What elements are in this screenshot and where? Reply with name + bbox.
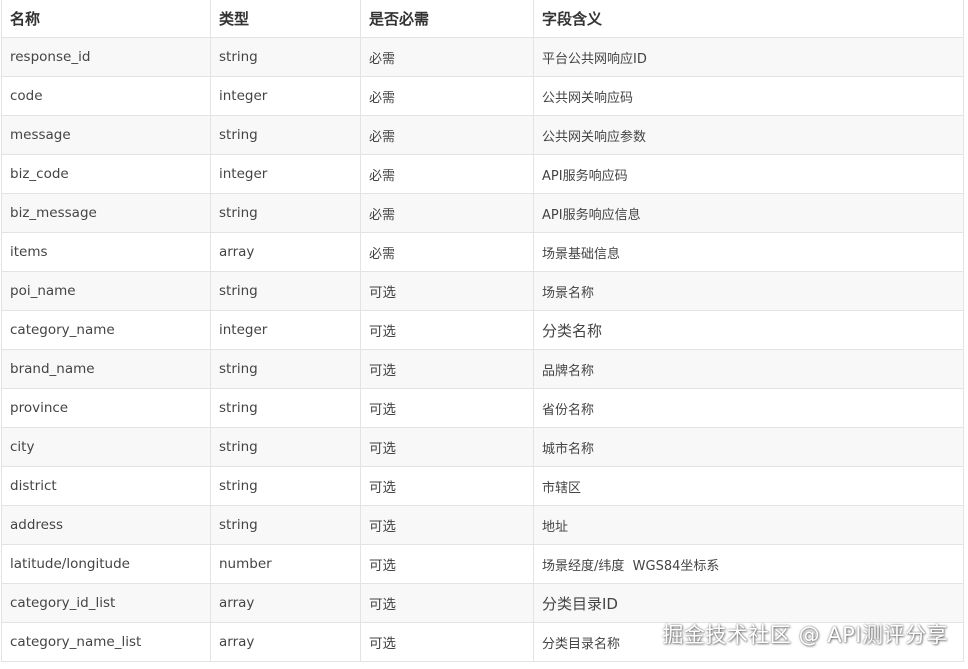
field-required: 可选 [360,583,534,623]
field-type: string [210,466,361,506]
field-required: 可选 [360,466,534,506]
field-name: latitude/longitude [1,544,211,584]
field-meaning: 地址 [533,505,964,545]
field-required: 可选 [360,349,534,389]
field-meaning: 分类目录名称 [533,622,964,662]
field-meaning: 城市名称 [533,427,964,467]
table-header-row: 名称 类型 是否必需 字段含义 [1,0,964,38]
field-name: biz_message [1,193,211,233]
table-row: message string 必需 公共网关响应参数 [1,115,964,155]
field-required: 必需 [360,115,534,155]
header-type: 类型 [210,0,361,38]
table-row: address string 可选 地址 [1,505,964,545]
field-meaning: 场景名称 [533,271,964,311]
field-type: number [210,544,361,584]
table-row: poi_name string 可选 场景名称 [1,271,964,311]
field-meaning: API服务响应信息 [533,193,964,233]
field-required: 可选 [360,271,534,311]
header-name: 名称 [1,0,211,38]
field-name: biz_code [1,154,211,194]
field-name: city [1,427,211,467]
field-required: 可选 [360,544,534,584]
field-required: 可选 [360,310,534,350]
field-meaning: 公共网关响应参数 [533,115,964,155]
field-type: string [210,349,361,389]
field-type: string [210,271,361,311]
field-name: code [1,76,211,116]
field-name: province [1,388,211,428]
field-name: items [1,232,211,272]
table-row: city string 可选 城市名称 [1,427,964,467]
table-row: latitude/longitude number 可选 场景经度/纬度 WGS… [1,544,964,584]
field-required: 必需 [360,76,534,116]
field-meaning: 市辖区 [533,466,964,506]
api-fields-table: 名称 类型 是否必需 字段含义 response_id string 必需 平台… [1,0,964,662]
table-row: province string 可选 省份名称 [1,388,964,428]
field-type: string [210,115,361,155]
table-row: category_name_list array 可选 分类目录名称 [1,622,964,662]
field-name: district [1,466,211,506]
field-type: string [210,37,361,77]
field-required: 可选 [360,388,534,428]
field-type: array [210,622,361,662]
field-name: address [1,505,211,545]
field-type: string [210,193,361,233]
field-required: 可选 [360,427,534,467]
field-meaning: 省份名称 [533,388,964,428]
table-row: category_name integer 可选 分类名称 [1,310,964,350]
table-row: response_id string 必需 平台公共网响应ID [1,37,964,77]
field-name: category_name_list [1,622,211,662]
field-meaning: 平台公共网响应ID [533,37,964,77]
field-required: 必需 [360,37,534,77]
table-row: biz_code integer 必需 API服务响应码 [1,154,964,194]
table-row: items array 必需 场景基础信息 [1,232,964,272]
field-meaning: 分类目录ID [533,583,964,623]
table-row: biz_message string 必需 API服务响应信息 [1,193,964,233]
field-name: category_name [1,310,211,350]
field-type: string [210,505,361,545]
table-row: brand_name string 可选 品牌名称 [1,349,964,389]
field-required: 可选 [360,505,534,545]
field-name: brand_name [1,349,211,389]
table-row: category_id_list array 可选 分类目录ID [1,583,964,623]
field-name: message [1,115,211,155]
field-type: array [210,232,361,272]
table-row: district string 可选 市辖区 [1,466,964,506]
field-meaning: 品牌名称 [533,349,964,389]
field-name: category_id_list [1,583,211,623]
header-required: 是否必需 [360,0,534,38]
field-meaning: 场景经度/纬度 WGS84坐标系 [533,544,964,584]
field-required: 可选 [360,622,534,662]
field-type: array [210,583,361,623]
field-required: 必需 [360,232,534,272]
field-meaning: 分类名称 [533,310,964,350]
field-required: 必需 [360,154,534,194]
table-row: code integer 必需 公共网关响应码 [1,76,964,116]
field-type: integer [210,76,361,116]
field-required: 必需 [360,193,534,233]
field-meaning: 场景基础信息 [533,232,964,272]
field-name: poi_name [1,271,211,311]
field-name: response_id [1,37,211,77]
field-meaning: 公共网关响应码 [533,76,964,116]
header-meaning: 字段含义 [533,0,964,38]
field-meaning: API服务响应码 [533,154,964,194]
field-type: string [210,388,361,428]
field-type: integer [210,310,361,350]
field-type: string [210,427,361,467]
field-type: integer [210,154,361,194]
